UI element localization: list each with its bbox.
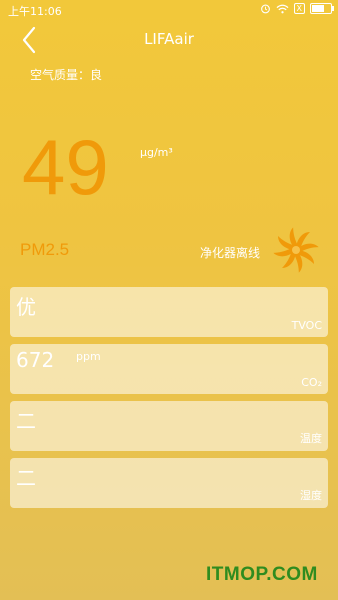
card-value: 优 [16,295,36,319]
alarm-icon [260,4,270,14]
air-quality-label: 空气质量：良 [30,68,103,82]
wifi-icon [276,4,288,13]
watermark: ITMOP.COM [206,564,318,585]
card-unit: ppm [76,350,101,363]
card-label: 湿度 [300,489,322,502]
card-co2[interactable]: 672 ppm CO₂ [10,344,328,394]
app-header: LIFAair [0,24,338,56]
sim-icon: X [293,3,305,14]
card-humidity[interactable]: 二 湿度 [10,458,328,508]
card-label: 温度 [300,432,322,445]
status-bar: 上午11:06 X [0,0,338,20]
card-label: CO₂ [301,376,322,389]
page-title: LIFAair [144,30,194,48]
pm25-unit: μg/m³ [140,146,173,159]
card-value: 二 [16,466,36,490]
status-icons: X [260,3,334,14]
pm25-label: PM2.5 [20,240,70,259]
card-tvoc[interactable]: 优 TVOC [10,287,328,337]
status-time: 上午11:06 [8,5,62,18]
card-value: 二 [16,409,36,433]
card-label: TVOC [291,319,322,332]
fan-icon[interactable] [272,226,320,274]
card-value: 672 [16,348,55,372]
purifier-status: 净化器离线 [200,246,261,260]
card-temperature[interactable]: 二 温度 [10,401,328,451]
battery-icon [310,3,334,14]
pm25-value: 49 [22,123,109,211]
